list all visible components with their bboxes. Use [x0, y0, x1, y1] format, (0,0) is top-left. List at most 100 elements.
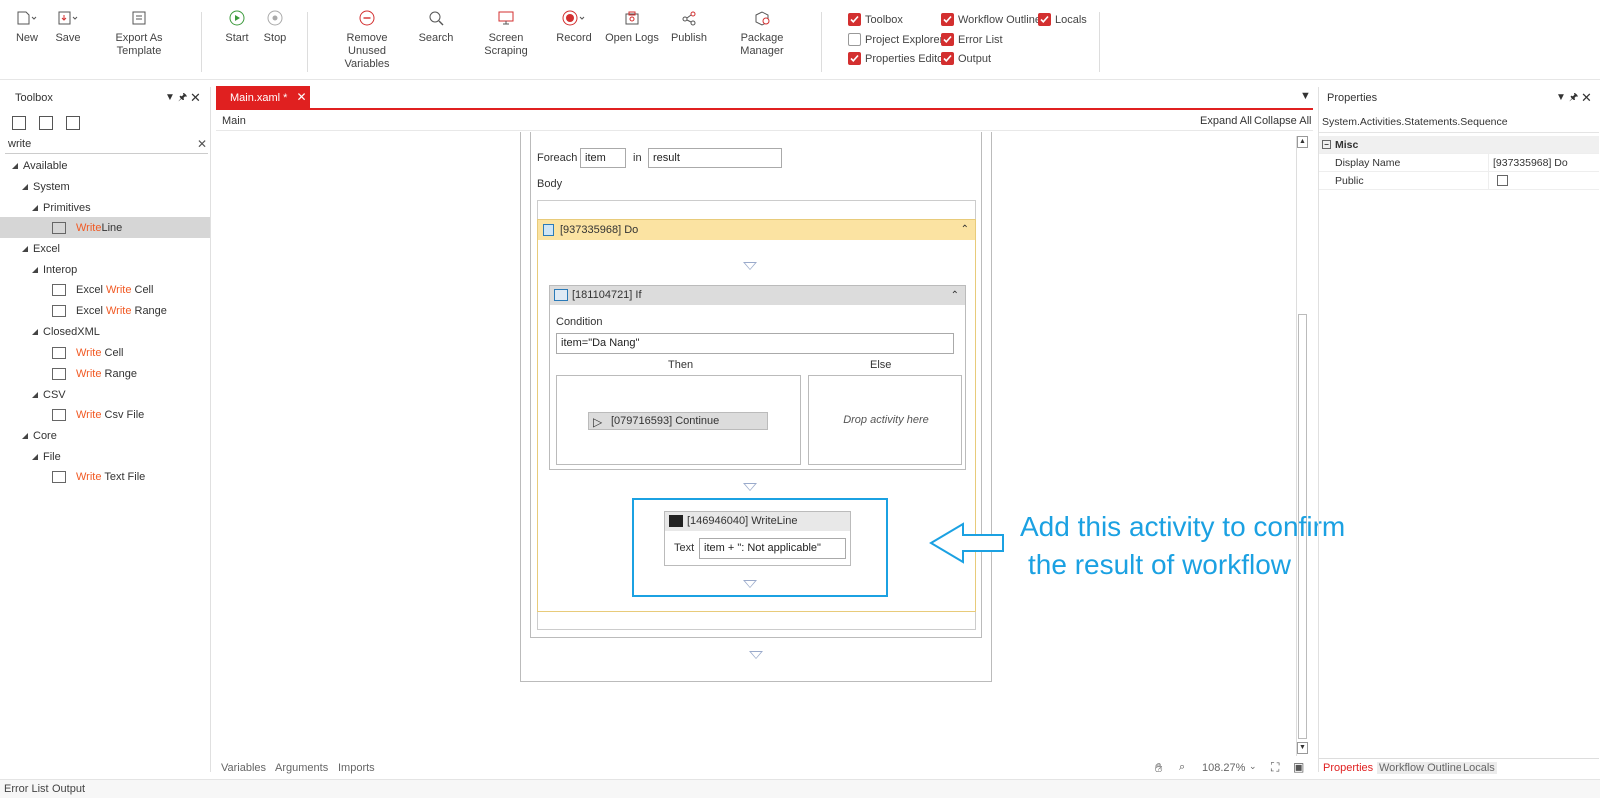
overview-map-icon[interactable]: ▣	[1293, 760, 1304, 774]
tab-main-xaml[interactable]: Main.xaml * ✕	[216, 86, 310, 110]
scroll-down-icon[interactable]: ▼	[1297, 742, 1308, 754]
tree-node-file[interactable]: File	[32, 451, 61, 463]
close-icon[interactable]: ✕	[190, 87, 201, 109]
tree-node-system[interactable]: System	[22, 181, 70, 193]
record-button[interactable]: Record	[556, 10, 592, 45]
toolbox-search-field[interactable]: write ✕	[5, 137, 208, 154]
drop-target-icon[interactable]	[743, 483, 757, 491]
tree-node-closedxml[interactable]: ClosedXML	[32, 326, 100, 338]
publish-button[interactable]: Publish	[670, 10, 708, 45]
close-tab-icon[interactable]: ✕	[297, 90, 307, 104]
drop-target-icon[interactable]	[749, 651, 763, 659]
properties-editor-toggle[interactable]: Properties Editor	[848, 52, 947, 65]
expand-all-icon[interactable]	[12, 116, 26, 130]
locals-toggle[interactable]: Locals	[1038, 13, 1087, 26]
open-logs-button[interactable]: Open Logs	[605, 10, 659, 45]
screen-scraping-icon	[498, 11, 514, 25]
property-row-display-name[interactable]: Display Name [937335968] Do	[1319, 154, 1599, 172]
start-button[interactable]: Start	[222, 10, 252, 45]
scroll-up-icon[interactable]: ▲	[1297, 136, 1308, 148]
error-list-tab[interactable]: Error List	[4, 783, 49, 795]
remove-icon	[359, 10, 375, 26]
drop-target-icon[interactable]	[743, 262, 757, 270]
toolbox-item-write-cell[interactable]: Write Cell	[52, 347, 123, 360]
list-view-icon[interactable]	[66, 116, 80, 130]
checkbox-checked-icon	[941, 52, 954, 65]
tree-node-excel[interactable]: Excel	[22, 243, 60, 255]
search-button[interactable]: Search	[418, 10, 454, 45]
display-name-value[interactable]: [937335968] Do	[1491, 154, 1599, 172]
toolbox-item-excel-write-range[interactable]: Excel Write Range	[52, 305, 167, 318]
toolbox-item-write-csv-file[interactable]: Write Csv File	[52, 409, 144, 422]
tree-node-core[interactable]: Core	[22, 430, 57, 442]
toolbox-toggle[interactable]: Toolbox	[848, 13, 903, 26]
screen-scraping-button[interactable]: Screen Scraping	[466, 10, 546, 58]
workflow-outline-toggle[interactable]: Workflow Outline	[941, 13, 1041, 26]
dropdown-arrow-icon[interactable]: ▼	[1556, 87, 1566, 109]
pin-icon[interactable]: 🖈︎	[1569, 87, 1578, 109]
remove-unused-variables-button[interactable]: Remove Unused Variables	[328, 10, 406, 71]
pin-icon[interactable]: 🖈︎	[178, 87, 187, 109]
ribbon-separator	[201, 12, 202, 72]
if-header[interactable]: [181104721] If ⌃	[550, 286, 965, 305]
foreach-source-input[interactable]: result	[648, 148, 782, 168]
clear-search-icon[interactable]: ✕	[197, 137, 207, 151]
collapse-chevron-icon[interactable]: ⌃	[951, 286, 959, 305]
toolbox-item-write-range[interactable]: Write Range	[52, 368, 137, 381]
public-checkbox[interactable]	[1497, 175, 1508, 186]
condition-input[interactable]: item="Da Nang"	[556, 333, 954, 354]
zoom-dropdown-icon[interactable]: ⌄	[1249, 761, 1257, 772]
tree-node-available[interactable]: Available	[12, 160, 67, 172]
tab-variables[interactable]: Variables	[221, 762, 266, 774]
toolbox-item-excel-write-cell[interactable]: Excel Write Cell	[52, 284, 153, 297]
close-icon[interactable]: ✕	[1581, 87, 1592, 109]
if-activity[interactable]: [181104721] If ⌃ Condition item="Da Nang…	[549, 285, 966, 470]
else-branch[interactable]: Drop activity here	[808, 375, 962, 465]
zoom-level[interactable]: 108.27%	[1202, 762, 1245, 774]
tab-overflow-icon[interactable]: ▼	[1300, 90, 1311, 102]
sequence-do-header[interactable]: [937335968] Do ⌃	[538, 220, 975, 240]
collapse-all-button[interactable]: Collapse All	[1254, 115, 1311, 127]
status-bar: Error List Output	[0, 779, 1600, 798]
export-template-button[interactable]: Export As Template	[96, 10, 182, 58]
collapse-all-icon[interactable]	[39, 116, 53, 130]
expanded-arrow-icon	[22, 246, 28, 253]
designer-scrollbar[interactable]: ▲ ▼	[1296, 136, 1308, 756]
toolbox-item-writeline[interactable]: WriteLine	[52, 222, 122, 235]
package-manager-button[interactable]: Package Manager	[722, 10, 802, 58]
expanded-arrow-icon	[22, 433, 28, 440]
hand-pan-icon[interactable]: ✋︎	[1155, 760, 1162, 776]
fit-to-screen-icon[interactable]: ⛶	[1271, 760, 1279, 775]
output-toggle[interactable]: Output	[941, 52, 991, 65]
document-tab-bar	[216, 86, 1313, 110]
output-tab[interactable]: Output	[52, 783, 85, 795]
then-branch[interactable]: ▷ [079716593] Continue	[556, 375, 801, 465]
zoom-icon[interactable]: ⌕	[1179, 761, 1185, 774]
tree-node-primitives[interactable]: Primitives	[32, 202, 91, 214]
save-button[interactable]: Save	[55, 10, 81, 45]
expand-all-button[interactable]: Expand All	[1200, 115, 1252, 127]
expanded-arrow-icon	[22, 184, 28, 191]
dropdown-arrow-icon[interactable]: ▼	[165, 87, 175, 109]
toolbox-actions	[12, 116, 202, 132]
tab-properties[interactable]: Properties	[1323, 762, 1373, 774]
project-explorer-toggle[interactable]: Project Explorer	[848, 33, 943, 46]
tree-node-interop[interactable]: Interop	[32, 264, 77, 276]
property-category-misc[interactable]: − Misc	[1319, 136, 1599, 154]
tab-locals[interactable]: Locals	[1461, 762, 1497, 774]
foreach-item-input[interactable]: item	[580, 148, 626, 168]
tab-workflow-outline[interactable]: Workflow Outline	[1377, 762, 1464, 774]
breadcrumb[interactable]: Main	[222, 115, 246, 127]
write-range-icon	[52, 368, 66, 381]
error-list-toggle[interactable]: Error List	[941, 33, 1003, 46]
tab-arguments[interactable]: Arguments	[275, 762, 328, 774]
stop-button[interactable]: Stop	[260, 10, 290, 45]
property-row-public[interactable]: Public	[1319, 172, 1599, 190]
collapse-category-icon[interactable]: −	[1322, 140, 1331, 149]
collapse-chevron-icon[interactable]: ⌃	[961, 220, 969, 240]
tab-imports[interactable]: Imports	[338, 762, 375, 774]
continue-activity[interactable]: ▷ [079716593] Continue	[588, 412, 768, 430]
tree-node-csv[interactable]: CSV	[32, 389, 66, 401]
toolbox-item-write-text-file[interactable]: Write Text File	[52, 471, 145, 484]
new-button[interactable]: New	[14, 10, 40, 45]
